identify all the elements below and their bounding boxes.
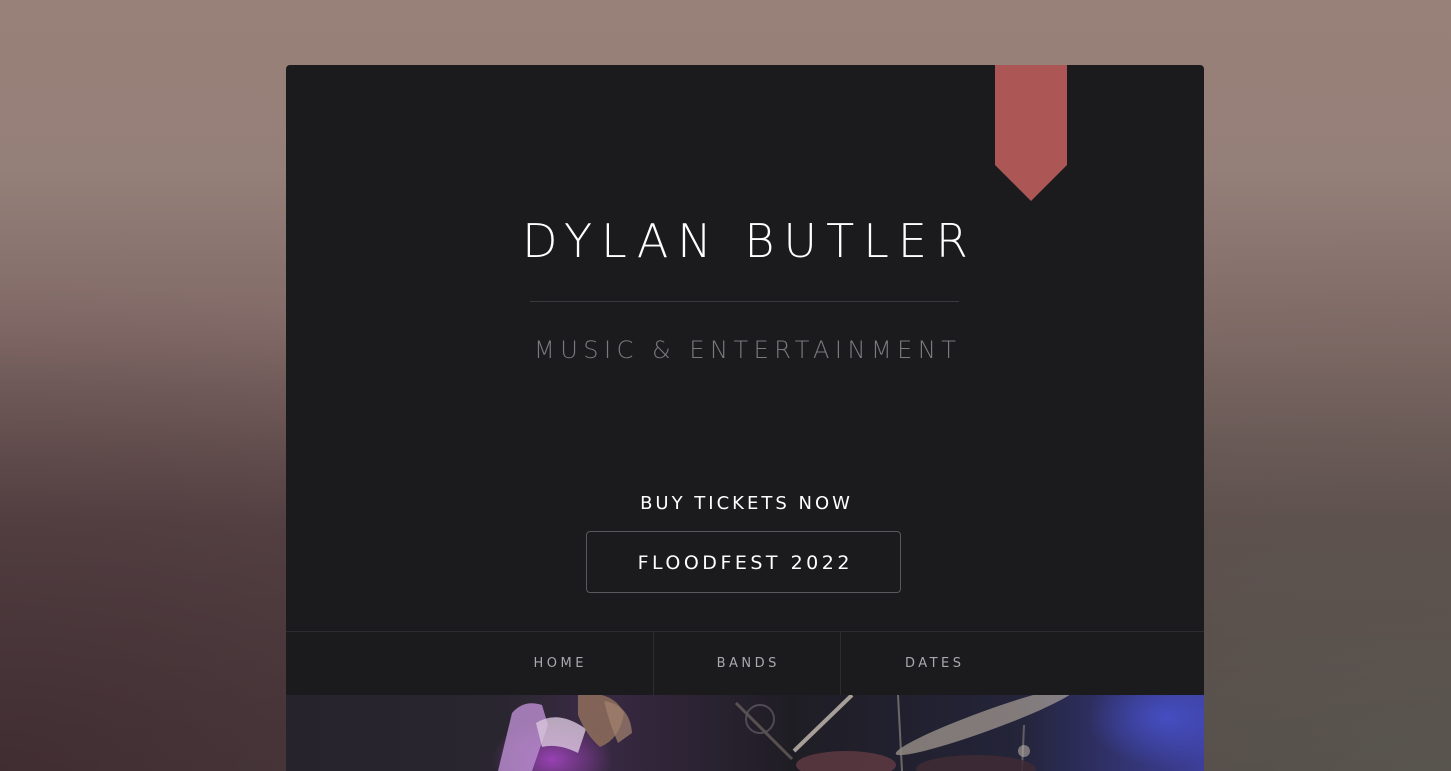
bookmark-ribbon	[995, 65, 1067, 201]
main-navigation: HOME BANDS DATES	[286, 631, 1204, 695]
title-divider	[530, 301, 959, 302]
floodfest-ticket-button[interactable]: FLOODFEST 2022	[586, 531, 901, 593]
nav-item-dates[interactable]: DATES	[840, 632, 1026, 695]
cta-heading: BUY TICKETS NOW	[640, 493, 853, 514]
nav-item-bands[interactable]: BANDS	[653, 632, 840, 695]
site-title: DYLAN BUTLER	[522, 214, 977, 268]
main-card: DYLAN BUTLER MUSIC & ENTERTAINMENT BUY T…	[286, 65, 1204, 771]
site-subtitle: MUSIC & ENTERTAINMENT	[534, 336, 962, 364]
hero-photo-illustration	[498, 695, 1077, 771]
nav-item-home[interactable]: HOME	[464, 632, 653, 695]
hero-image-drummer	[286, 695, 1204, 771]
